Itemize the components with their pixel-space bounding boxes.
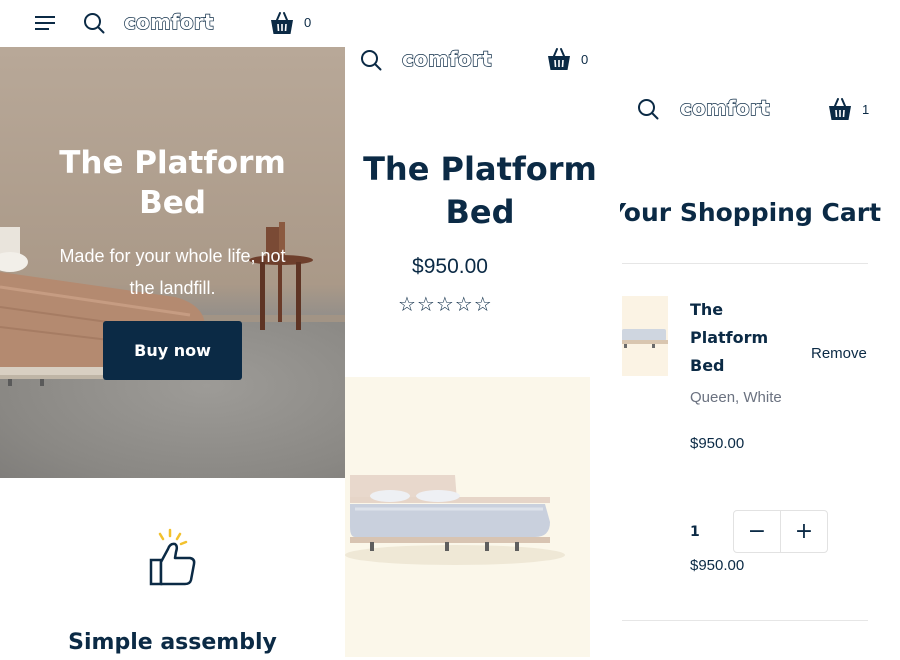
divider [622, 620, 868, 621]
shopping-basket-icon[interactable] [828, 98, 852, 121]
home-screen: comfort 0 The Platform Bed Made for your… [0, 0, 345, 660]
product-price: $950.00 [412, 255, 488, 278]
divider [622, 263, 868, 264]
hero-banner: The Platform Bed Made for your whole lif… [0, 47, 345, 478]
cart-screen: comfort 1 Your Shopping Cart The Platfor… [618, 0, 900, 660]
quantity-stepper: − + [733, 510, 828, 553]
shopping-basket-icon[interactable] [270, 12, 294, 35]
hamburger-menu-icon[interactable] [35, 15, 55, 31]
decrement-button[interactable]: − [734, 511, 780, 552]
remove-item-link[interactable]: Remove [811, 345, 867, 362]
feature-title: Simple assembly [68, 630, 277, 655]
brand-logo[interactable]: comfort [123, 9, 214, 34]
hero-subtitle: Made for your whole life, not the landfi… [59, 246, 286, 298]
brand-logo[interactable]: comfort [679, 95, 770, 120]
search-icon[interactable] [637, 98, 659, 120]
cart-count: 0 [581, 52, 589, 67]
product-screen: comfort 0 The Platform Bed $950.00 ☆☆☆☆☆ [340, 0, 620, 660]
cart-item-name[interactable]: The Platform Bed [690, 296, 800, 380]
cart-line-total: $950.00 [690, 557, 745, 574]
rating-stars[interactable]: ☆☆☆☆☆ [398, 292, 493, 316]
cart-item-thumbnail[interactable] [622, 296, 668, 376]
search-icon[interactable] [83, 12, 105, 34]
cart-item-price: $950.00 [690, 435, 745, 452]
search-icon[interactable] [360, 49, 382, 71]
shopping-basket-icon[interactable] [547, 48, 571, 71]
product-image [345, 377, 590, 657]
brand-logo[interactable]: comfort [401, 46, 492, 71]
increment-button[interactable]: + [780, 511, 827, 552]
cart-item-variant: Queen, White [690, 389, 782, 406]
cart-count: 0 [304, 15, 312, 30]
buy-now-button[interactable]: Buy now [103, 321, 242, 380]
quantity-value: 1 [690, 524, 700, 540]
thumbs-up-icon [149, 528, 196, 586]
product-title: The Platform Bed [363, 150, 597, 231]
cart-count: 1 [862, 102, 870, 117]
hero-title: The Platform Bed [59, 145, 286, 221]
page-title: Your Shopping Cart [618, 198, 882, 227]
